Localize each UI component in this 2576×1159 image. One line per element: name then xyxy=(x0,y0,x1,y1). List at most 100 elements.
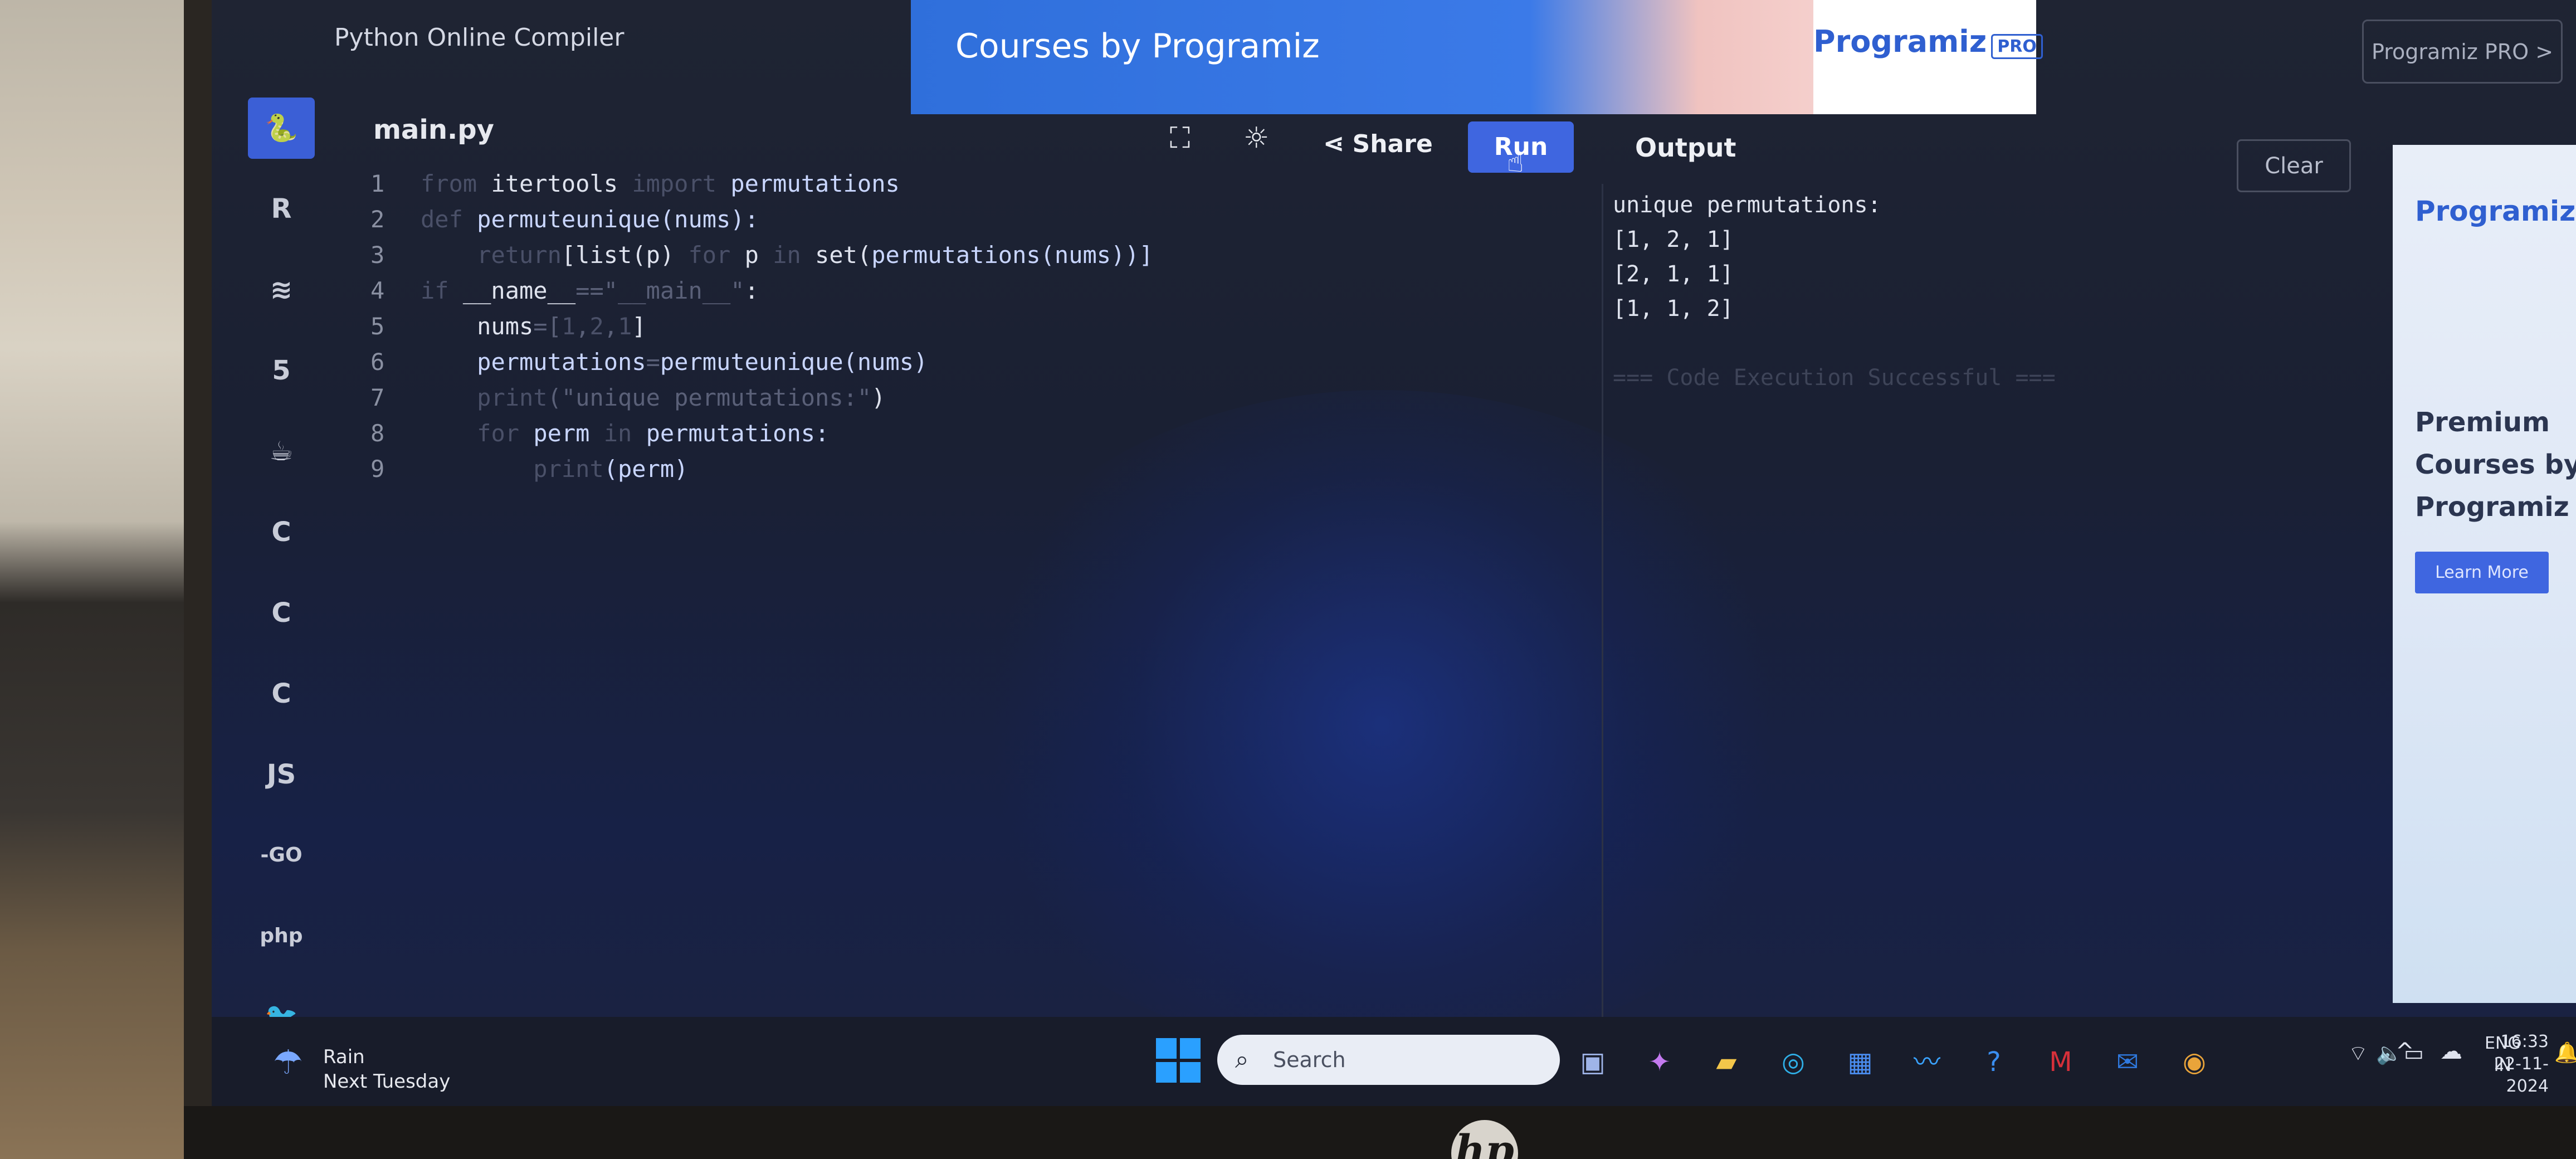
promo-banner[interactable]: Courses by Programiz Programiz PRO xyxy=(911,0,2043,114)
code-token: permutations: xyxy=(646,420,830,447)
weather-widget[interactable]: ☂ Rain Next Tuesday xyxy=(273,1045,451,1094)
edge-icon[interactable]: ◎ xyxy=(1772,1040,1815,1084)
output-heading: Output xyxy=(1635,133,1736,163)
outlook-icon[interactable]: ✉ xyxy=(2106,1040,2149,1084)
file-explorer-icon[interactable]: ▰ xyxy=(1705,1040,1748,1084)
code-token: in xyxy=(773,241,816,269)
site-header: Python Online Compiler Courses by Progra… xyxy=(212,0,2576,114)
share-button[interactable]: ⋖ Share xyxy=(1323,124,1433,163)
search-placeholder: Search xyxy=(1273,1048,1346,1072)
output-line: [1, 1, 2] xyxy=(1613,296,1734,322)
taskbar-search-box[interactable]: ⌕ Search xyxy=(1217,1035,1560,1085)
line-number: 2 xyxy=(370,206,385,233)
chrome-icon[interactable]: ◉ xyxy=(2173,1040,2216,1084)
volume-icon[interactable]: 🔈 xyxy=(2376,1042,2402,1064)
language-python-icon[interactable]: 🐍 xyxy=(248,98,315,159)
page-subtitle: Python Online Compiler xyxy=(334,23,625,52)
code-line[interactable]: 1 from itertools import permutations xyxy=(370,170,900,204)
pointer-hand-icon: ☝ xyxy=(1507,146,1524,178)
output-line: [1, 2, 1] xyxy=(1613,227,1734,252)
battery-icon[interactable]: ▭ xyxy=(2404,1042,2424,1064)
language-cpp-icon[interactable]: C xyxy=(248,582,315,644)
code-token: , xyxy=(603,313,618,340)
banner-brand-logo: Programiz PRO xyxy=(1813,0,2043,114)
clock[interactable]: 16:33 22-11-2024 xyxy=(2454,1031,2549,1098)
pane-divider[interactable] xyxy=(1602,184,1603,1020)
code-token: p xyxy=(744,241,773,269)
fullscreen-button[interactable]: ⛶ xyxy=(1163,121,1197,155)
microsoft-store-icon[interactable]: ▦ xyxy=(1838,1040,1882,1084)
search-icon: ⌕ xyxy=(1235,1045,1249,1074)
line-number: 9 xyxy=(370,455,385,483)
code-line[interactable]: 6 permutations=permuteunique(nums) xyxy=(370,348,928,383)
task-view-icon[interactable]: ▣ xyxy=(1571,1040,1614,1084)
code-token: for xyxy=(688,241,745,269)
language-go-icon[interactable]: -GO xyxy=(248,825,315,886)
code-token: if xyxy=(421,277,463,304)
code-token: return xyxy=(477,241,562,269)
language-r-icon[interactable]: R xyxy=(248,178,315,240)
code-token: ) xyxy=(871,384,886,411)
ad-learn-more-button[interactable]: Learn More xyxy=(2415,552,2549,593)
banner-title: Courses by Programiz xyxy=(955,27,1320,66)
screen: Python Online Compiler Courses by Progra… xyxy=(212,0,2576,1106)
ad-text: Premium Courses by Programiz xyxy=(2415,407,2576,523)
programiz-pro-button[interactable]: Programiz PRO > xyxy=(2362,20,2563,84)
language-html-icon[interactable]: 5 xyxy=(248,340,315,401)
background-wall xyxy=(0,0,184,1159)
weather-subtitle: Next Tuesday xyxy=(323,1070,451,1093)
banner-brand: Programiz xyxy=(1813,24,1987,59)
language-csharp-icon[interactable]: C xyxy=(248,663,315,724)
code-token: permuteunique(nums): xyxy=(477,206,759,233)
code-token: , xyxy=(575,313,590,340)
code-token: [list(p) xyxy=(561,241,689,269)
windows-taskbar: ☂ Rain Next Tuesday ⌕ Search ▣ ✦ ▰ ◎ ▦ 〰… xyxy=(212,1017,2576,1106)
rain-icon: ☂ xyxy=(273,1043,303,1082)
banner-badge: PRO xyxy=(1991,34,2043,59)
code-token: permutations xyxy=(477,348,646,376)
code-line[interactable]: 8 for perm in permutations: xyxy=(370,420,829,454)
clear-button[interactable]: Clear xyxy=(2237,139,2351,192)
sidebar-ad[interactable]: Programiz Premium Courses by Programiz L… xyxy=(2393,145,2576,1003)
file-tab[interactable]: main.py xyxy=(373,114,494,145)
monitor-bezel xyxy=(184,1106,2576,1159)
code-token: def xyxy=(421,206,477,233)
language-sidebar: 🐍R≋5☕CCCJS-GOphp🐦 xyxy=(242,98,315,1033)
code-line[interactable]: 2 def permuteunique(nums): xyxy=(370,206,759,240)
language-php-icon[interactable]: php xyxy=(248,905,315,967)
code-line[interactable]: 7 print("unique permutations:") xyxy=(370,384,885,418)
health-app-icon[interactable]: 〰 xyxy=(1905,1040,1949,1084)
windows-start-icon[interactable] xyxy=(1156,1038,1201,1083)
clock-date: 22-11-2024 xyxy=(2494,1054,2549,1096)
share-label: Share xyxy=(1352,130,1433,158)
language-js-icon[interactable]: JS xyxy=(248,744,315,805)
theme-toggle-icon[interactable]: ☼ xyxy=(1240,121,1273,155)
code-token: set( xyxy=(815,241,872,269)
code-line[interactable]: 5 nums=[1,2,1] xyxy=(370,313,646,347)
wifi-icon[interactable]: ⌔ xyxy=(2348,1042,2368,1064)
mcafee-icon[interactable]: M xyxy=(2039,1040,2082,1084)
code-token: permutations(nums))] xyxy=(871,241,1153,269)
language-java-icon[interactable]: ☕ xyxy=(248,421,315,482)
code-token: print xyxy=(477,384,548,411)
language-c-icon[interactable]: C xyxy=(248,501,315,563)
share-icon: ⋖ xyxy=(1323,128,1345,158)
help-icon[interactable]: ? xyxy=(1972,1040,2016,1084)
notification-bell-icon[interactable]: 🔔 xyxy=(2554,1042,2576,1064)
code-token: =="__main__" xyxy=(575,277,745,304)
ad-brand: Programiz xyxy=(2415,195,2576,227)
code-token: 2 xyxy=(589,313,604,340)
language-sql-icon[interactable]: ≋ xyxy=(248,259,315,320)
code-token: for xyxy=(477,420,534,447)
code-line[interactable]: 4 if __name__=="__main__": xyxy=(370,277,759,311)
copilot-icon[interactable]: ✦ xyxy=(1638,1040,1681,1084)
line-number: 7 xyxy=(370,384,385,411)
code-line[interactable]: 9 print(perm) xyxy=(370,455,688,490)
code-line[interactable]: 3 return[list(p) for p in set(permutatio… xyxy=(370,241,1153,276)
code-token: ] xyxy=(632,313,646,340)
weather-title: Rain xyxy=(323,1046,365,1068)
